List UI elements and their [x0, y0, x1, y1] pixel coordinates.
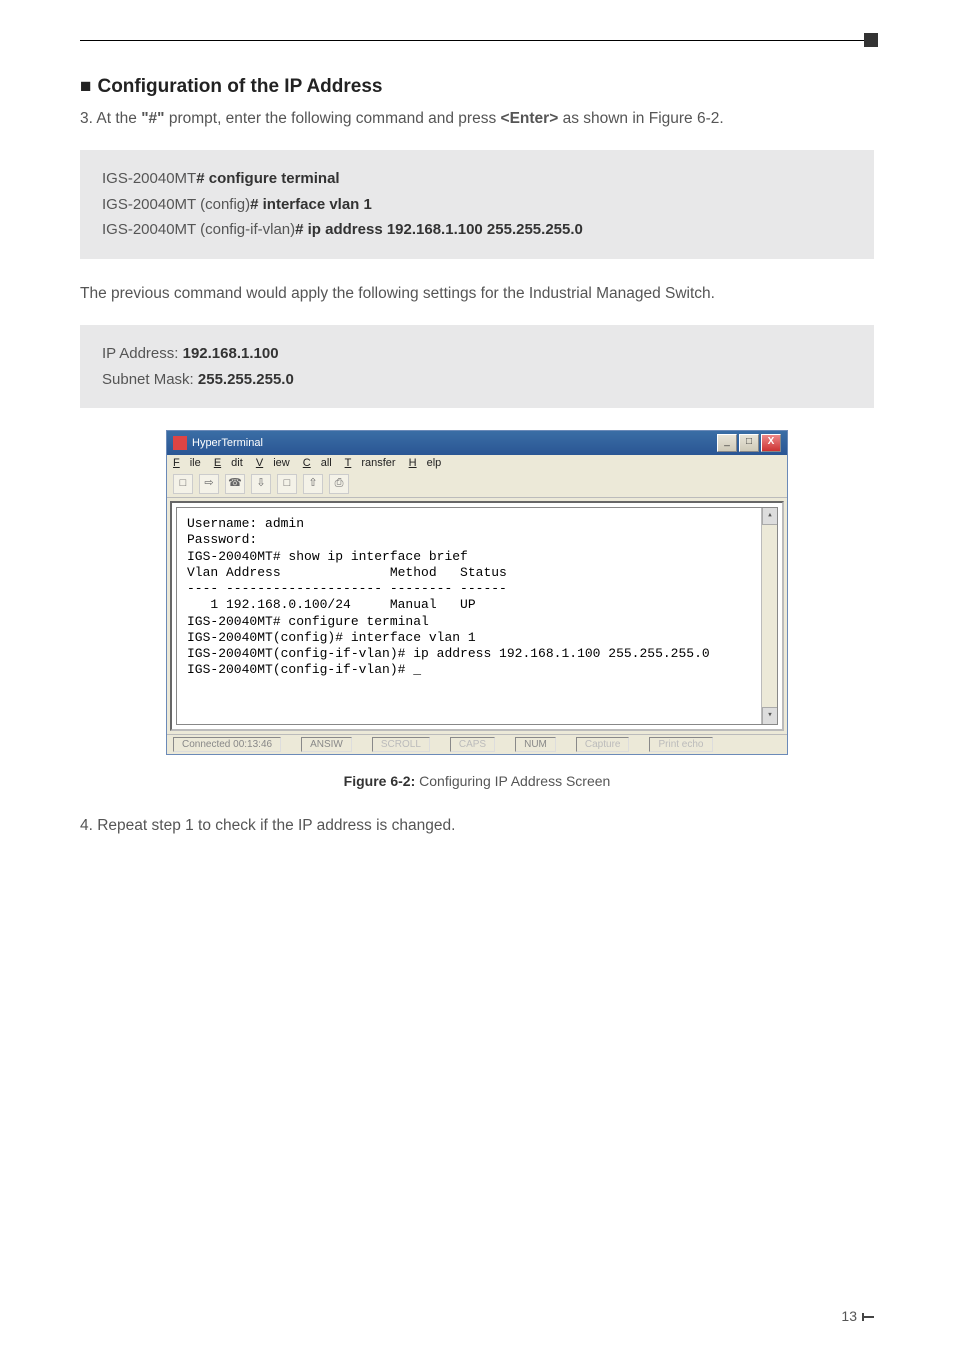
- code1-line3: IGS-20040MT (config-if-vlan)# ip address…: [102, 217, 852, 243]
- toolbar-icon-call[interactable]: ☎: [225, 474, 245, 494]
- code-box-1: IGS-20040MT# configure terminal IGS-2004…: [80, 150, 874, 259]
- terminal-scrollbar[interactable]: ▴ ▾: [761, 507, 778, 725]
- status-connected: Connected 00:13:46: [173, 737, 281, 752]
- status-term: ANSIW: [301, 737, 352, 752]
- status-num: NUM: [515, 737, 556, 752]
- code1-line1: IGS-20040MT# configure terminal: [102, 166, 852, 192]
- toolbar-icon-new[interactable]: □: [173, 474, 193, 494]
- toolbar: □ ⇨ ☎ ⇩ □ ⇧ ⎙: [167, 471, 787, 498]
- figure-caption: Figure 6-2: Configuring IP Address Scree…: [80, 773, 874, 789]
- page-number-tick: [862, 1316, 874, 1318]
- step3-mid: prompt, enter the following command and …: [165, 110, 501, 127]
- paragraph-2: The previous command would apply the fol…: [80, 281, 874, 307]
- section-title: Configuration of the IP Address: [97, 76, 382, 97]
- figcap-rest: Configuring IP Address Screen: [415, 773, 610, 789]
- menu-edit[interactable]: Edit: [214, 457, 243, 469]
- menu-view[interactable]: View: [256, 457, 290, 469]
- step3-prefix: 3. At the: [80, 110, 141, 127]
- menubar: File Edit View Call Transfer Help: [167, 455, 787, 471]
- status-printecho: Print echo: [649, 737, 712, 752]
- menu-transfer[interactable]: Transfer: [345, 457, 396, 469]
- minimize-button[interactable]: _: [717, 434, 737, 452]
- section-bullet: ■: [80, 76, 91, 97]
- code2-line2: Subnet Mask: 255.255.255.0: [102, 367, 852, 393]
- window-title: HyperTerminal: [192, 437, 263, 449]
- app-icon: [173, 436, 187, 450]
- code2-line1: IP Address: 192.168.1.100: [102, 341, 852, 367]
- status-caps: CAPS: [450, 737, 495, 752]
- toolbar-icon-receive[interactable]: ⇧: [303, 474, 323, 494]
- toolbar-icon-hangup[interactable]: ⇩: [251, 474, 271, 494]
- menu-file[interactable]: File: [173, 457, 201, 469]
- status-scroll: SCROLL: [372, 737, 430, 752]
- close-button[interactable]: X: [761, 434, 781, 452]
- menu-help[interactable]: Help: [409, 457, 442, 469]
- maximize-button[interactable]: □: [739, 434, 759, 452]
- page-number: 13: [841, 1308, 874, 1324]
- section-heading: ■ Configuration of the IP Address: [80, 76, 874, 98]
- toolbar-icon-open[interactable]: ⇨: [199, 474, 219, 494]
- step-4-text: 4. Repeat step 1 to check if the IP addr…: [80, 813, 874, 839]
- toolbar-icon-properties[interactable]: ⎙: [329, 474, 349, 494]
- code1-line2: IGS-20040MT (config)# interface vlan 1: [102, 192, 852, 218]
- step3-prompt: "#": [141, 110, 164, 127]
- scroll-up-icon[interactable]: ▴: [762, 507, 778, 525]
- status-capture: Capture: [576, 737, 630, 752]
- toolbar-icon-send[interactable]: □: [277, 474, 297, 494]
- hyperterminal-window: HyperTerminal _ □ X File Edit View Call …: [166, 430, 788, 755]
- step3-suffix: as shown in Figure 6-2.: [558, 110, 723, 127]
- menu-call[interactable]: Call: [303, 457, 332, 469]
- top-rule: [80, 40, 874, 41]
- figcap-bold: Figure 6-2:: [344, 773, 416, 789]
- step3-key: <Enter>: [501, 110, 559, 127]
- code-box-2: IP Address: 192.168.1.100 Subnet Mask: 2…: [80, 325, 874, 408]
- step-3-text: 3. At the "#" prompt, enter the followin…: [80, 106, 874, 132]
- page-number-value: 13: [841, 1308, 857, 1324]
- statusbar: Connected 00:13:46 ANSIW SCROLL CAPS NUM…: [167, 734, 787, 754]
- terminal-body: Username: admin Password: IGS-20040MT# s…: [170, 501, 784, 731]
- terminal-text: Username: admin Password: IGS-20040MT# s…: [187, 516, 710, 677]
- titlebar[interactable]: HyperTerminal _ □ X: [167, 431, 787, 455]
- terminal-output[interactable]: Username: admin Password: IGS-20040MT# s…: [176, 507, 778, 725]
- scroll-down-icon[interactable]: ▾: [762, 707, 778, 725]
